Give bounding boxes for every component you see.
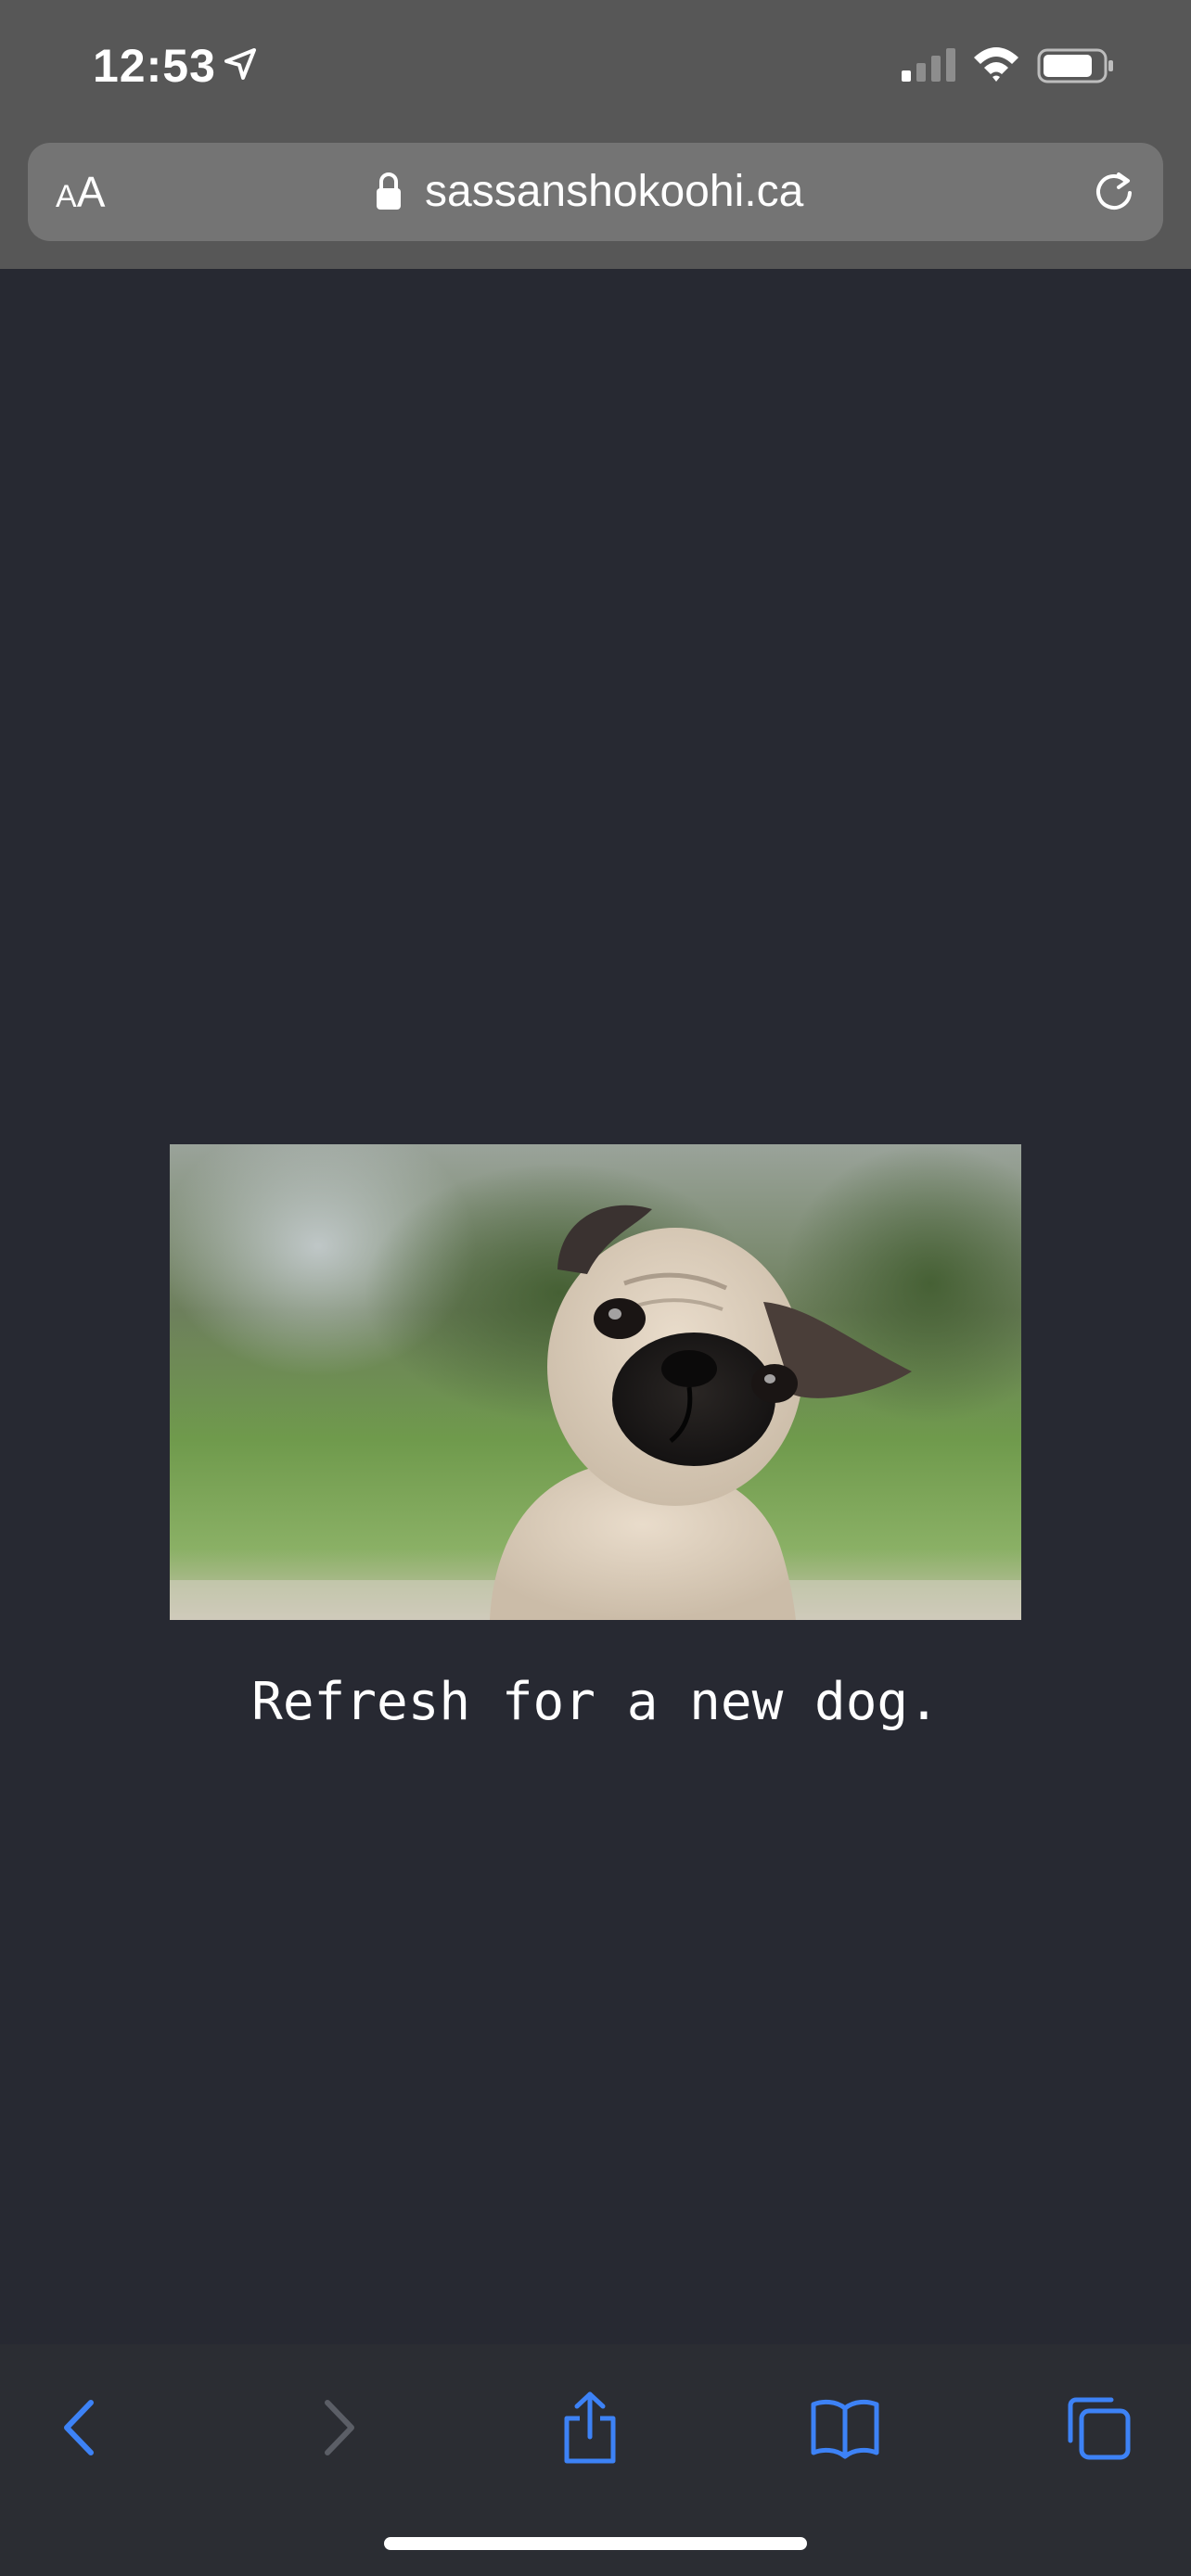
lock-icon: [377, 172, 401, 210]
status-time: 12:53: [93, 40, 216, 92]
cellular-signal-icon: [902, 48, 955, 82]
tabs-icon: [1068, 2397, 1131, 2460]
dog-photo: [170, 1144, 1021, 1620]
reader-label-small: A: [56, 179, 77, 214]
browser-top-chrome: 12:53 A A sassanshokoohi.ca: [0, 0, 1191, 269]
share-icon: [564, 2391, 616, 2464]
chevron-left-icon: [64, 2400, 94, 2455]
reader-view-button[interactable]: A A: [56, 163, 130, 221]
share-button[interactable]: [544, 2381, 636, 2474]
forward-button[interactable]: [292, 2381, 385, 2474]
battery-icon: [1037, 48, 1113, 83]
home-indicator[interactable]: [384, 2537, 807, 2550]
reader-label-big: A: [76, 168, 106, 216]
page-caption: Refresh for a new dog.: [251, 1672, 940, 1732]
book-icon: [811, 2399, 879, 2459]
location-arrow-icon: [224, 48, 256, 80]
bookmarks-button[interactable]: [799, 2381, 891, 2474]
reload-icon[interactable]: [1091, 169, 1137, 215]
chevron-right-icon: [325, 2400, 354, 2455]
url-text[interactable]: sassanshokoohi.ca: [425, 163, 803, 221]
address-bar[interactable]: A A sassanshokoohi.ca: [28, 143, 1163, 241]
tabs-button[interactable]: [1052, 2381, 1145, 2474]
back-button[interactable]: [33, 2381, 126, 2474]
wifi-icon: [974, 47, 1018, 82]
